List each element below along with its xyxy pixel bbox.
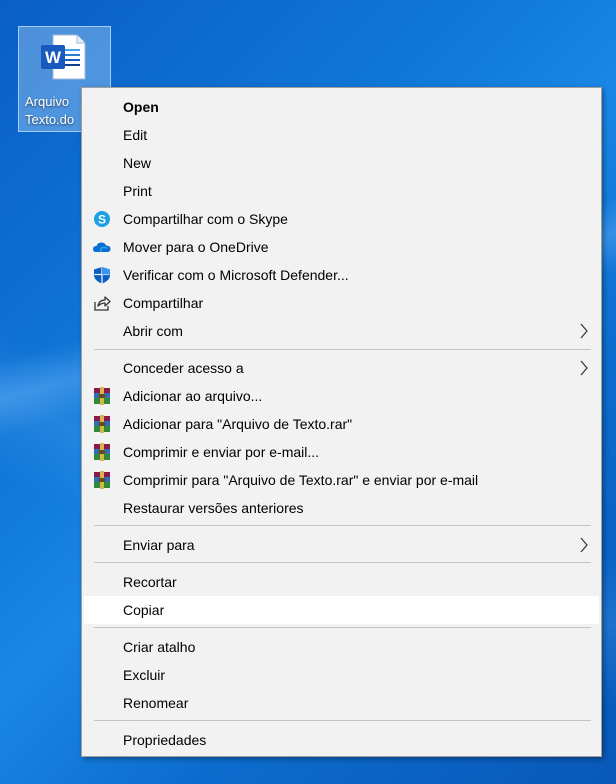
menu-item-compress-rar-email[interactable]: Comprimir para "Arquivo de Texto.rar" e … xyxy=(84,466,599,494)
menu-item-properties[interactable]: Propriedades xyxy=(84,726,599,754)
winrar-icon xyxy=(94,387,110,405)
menu-item-label: Adicionar para "Arquivo de Texto.rar" xyxy=(123,416,353,432)
winrar-icon xyxy=(94,443,110,461)
menu-item-defender-scan[interactable]: Verificar com o Microsoft Defender... xyxy=(84,261,599,289)
menu-separator xyxy=(94,349,591,350)
share-icon xyxy=(94,296,111,311)
menu-item-label: Recortar xyxy=(123,574,177,590)
menu-item-label: Copiar xyxy=(123,602,165,618)
winrar-icon xyxy=(94,415,110,433)
menu-item-label: Excluir xyxy=(123,667,166,683)
context-menu: Open Edit New Print S Compartilhar com o… xyxy=(81,87,602,757)
chevron-right-icon xyxy=(580,323,588,339)
menu-item-copy[interactable]: Copiar xyxy=(84,596,599,624)
menu-item-label: Restaurar versões anteriores xyxy=(123,500,304,516)
menu-item-compress-email[interactable]: Comprimir e enviar por e-mail... xyxy=(84,438,599,466)
menu-item-cut[interactable]: Recortar xyxy=(84,568,599,596)
menu-item-label: Enviar para xyxy=(123,537,195,553)
menu-item-share-skype[interactable]: S Compartilhar com o Skype xyxy=(84,205,599,233)
menu-item-give-access[interactable]: Conceder acesso a xyxy=(84,354,599,382)
skype-icon: S xyxy=(94,211,110,227)
menu-item-add-to-archive[interactable]: Adicionar ao arquivo... xyxy=(84,382,599,410)
menu-item-label: Compartilhar com o Skype xyxy=(123,211,288,227)
menu-item-print[interactable]: Print xyxy=(84,177,599,205)
menu-item-share[interactable]: Compartilhar xyxy=(84,289,599,317)
menu-item-label: Mover para o OneDrive xyxy=(123,239,269,255)
menu-item-move-onedrive[interactable]: Mover para o OneDrive xyxy=(84,233,599,261)
menu-item-label: Renomear xyxy=(123,695,189,711)
menu-item-send-to[interactable]: Enviar para xyxy=(84,531,599,559)
menu-item-delete[interactable]: Excluir xyxy=(84,661,599,689)
menu-item-edit[interactable]: Edit xyxy=(84,121,599,149)
menu-item-label: Conceder acesso a xyxy=(123,360,244,376)
menu-item-new[interactable]: New xyxy=(84,149,599,177)
svg-text:S: S xyxy=(98,213,106,227)
menu-item-label: Adicionar ao arquivo... xyxy=(123,388,263,404)
onedrive-icon xyxy=(93,242,111,253)
menu-item-label: New xyxy=(123,155,152,171)
menu-separator xyxy=(94,525,591,526)
menu-separator xyxy=(94,562,591,563)
menu-item-label: Criar atalho xyxy=(123,639,196,655)
menu-item-label: Compartilhar xyxy=(123,295,204,311)
chevron-right-icon xyxy=(580,360,588,376)
menu-item-label: Edit xyxy=(123,127,148,143)
menu-item-label: Verificar com o Microsoft Defender... xyxy=(123,267,349,283)
menu-item-label: Propriedades xyxy=(123,732,207,748)
menu-item-add-to-rar[interactable]: Adicionar para "Arquivo de Texto.rar" xyxy=(84,410,599,438)
menu-item-label: Open xyxy=(123,99,159,115)
menu-item-restore-versions[interactable]: Restaurar versões anteriores xyxy=(84,494,599,522)
menu-item-label: Comprimir para "Arquivo de Texto.rar" e … xyxy=(123,472,479,488)
menu-item-open-with[interactable]: Abrir com xyxy=(84,317,599,345)
defender-shield-icon xyxy=(94,267,110,284)
menu-item-rename[interactable]: Renomear xyxy=(84,689,599,717)
menu-separator xyxy=(94,720,591,721)
svg-text:W: W xyxy=(45,48,62,67)
menu-item-label: Print xyxy=(123,183,152,199)
winrar-icon xyxy=(94,471,110,489)
menu-item-label: Comprimir e enviar por e-mail... xyxy=(123,444,320,460)
menu-item-open[interactable]: Open xyxy=(84,93,599,121)
chevron-right-icon xyxy=(580,537,588,553)
word-document-icon: W xyxy=(41,34,86,80)
menu-item-create-shortcut[interactable]: Criar atalho xyxy=(84,633,599,661)
menu-separator xyxy=(94,627,591,628)
menu-item-label: Abrir com xyxy=(123,323,183,339)
